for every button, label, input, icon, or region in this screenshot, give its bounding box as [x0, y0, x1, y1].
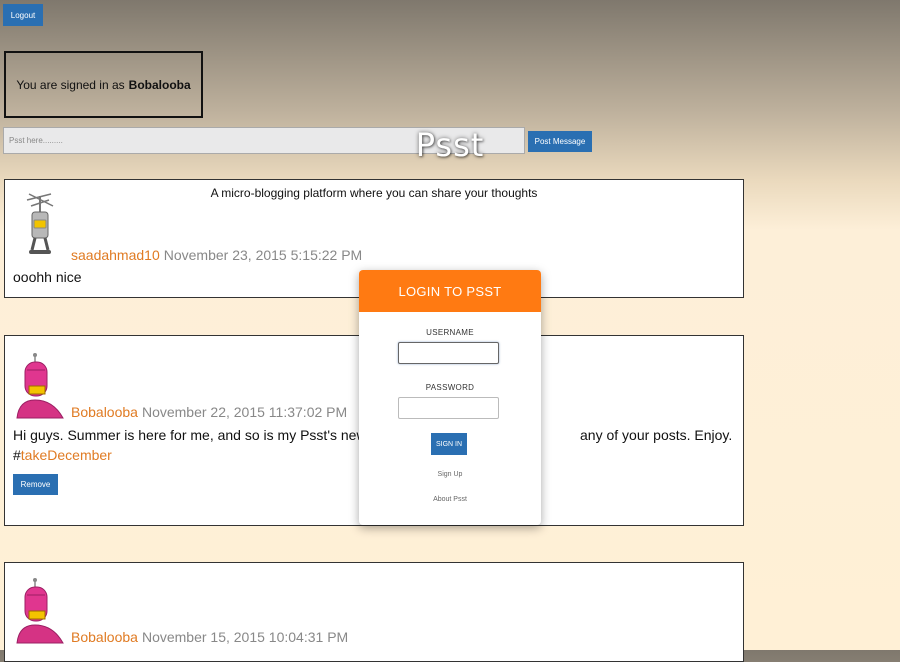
pink-robot-avatar	[16, 353, 64, 419]
post-timestamp: November 22, 2015 11:37:02 PM	[141, 404, 348, 420]
about-link[interactable]: About Psst	[359, 496, 541, 503]
signed-in-prefix: You are signed in as	[16, 77, 125, 92]
pink-robot-avatar	[16, 578, 64, 644]
logout-button[interactable]: Logout	[3, 4, 43, 26]
post-text-start: Hi guys. Summer is here for me, and so i…	[13, 427, 367, 443]
post-username[interactable]: Bobalooba	[71, 629, 138, 645]
signed-in-username: Bobalooba	[128, 77, 191, 92]
post-message-button[interactable]: Post Message	[528, 131, 592, 152]
post-meta: saadahmad10 November 23, 2015 5:15:22 PM	[71, 247, 362, 263]
sign-in-button[interactable]: SIGN IN	[431, 433, 467, 455]
site-tagline: A micro-blogging platform where you can …	[210, 186, 538, 200]
site-title: Psst	[415, 126, 485, 164]
antenna-robot-avatar	[26, 193, 54, 254]
post-meta: Bobalooba November 22, 2015 11:37:02 PM	[71, 404, 347, 420]
post-meta: Bobalooba November 15, 2015 10:04:31 PM	[71, 629, 348, 645]
password-field[interactable]	[398, 397, 499, 419]
post-username[interactable]: Bobalooba	[71, 404, 138, 420]
sign-up-link[interactable]: Sign Up	[359, 471, 541, 478]
post-username[interactable]: saadahmad10	[71, 247, 160, 263]
remove-post-button[interactable]: Remove	[13, 474, 58, 495]
post-timestamp: November 15, 2015 10:04:31 PM	[141, 629, 349, 645]
post-text-end: any of your posts. Enjoy.	[580, 427, 733, 443]
post-timestamp: November 23, 2015 5:15:22 PM	[163, 247, 363, 263]
login-dialog: LOGIN TO PSST USERNAME PASSWORD SIGN IN …	[359, 270, 541, 525]
post-hashtag[interactable]: takeDecember	[21, 447, 112, 463]
password-label: PASSWORD	[425, 383, 475, 392]
username-label: USERNAME	[426, 328, 474, 337]
username-field[interactable]	[398, 342, 499, 364]
hash-symbol: #	[13, 447, 21, 463]
signed-in-status: You are signed in as Bobalooba	[4, 51, 203, 118]
login-title: LOGIN TO PSST	[359, 270, 541, 312]
post-card: Bobalooba November 15, 2015 10:04:31 PM	[4, 562, 744, 662]
